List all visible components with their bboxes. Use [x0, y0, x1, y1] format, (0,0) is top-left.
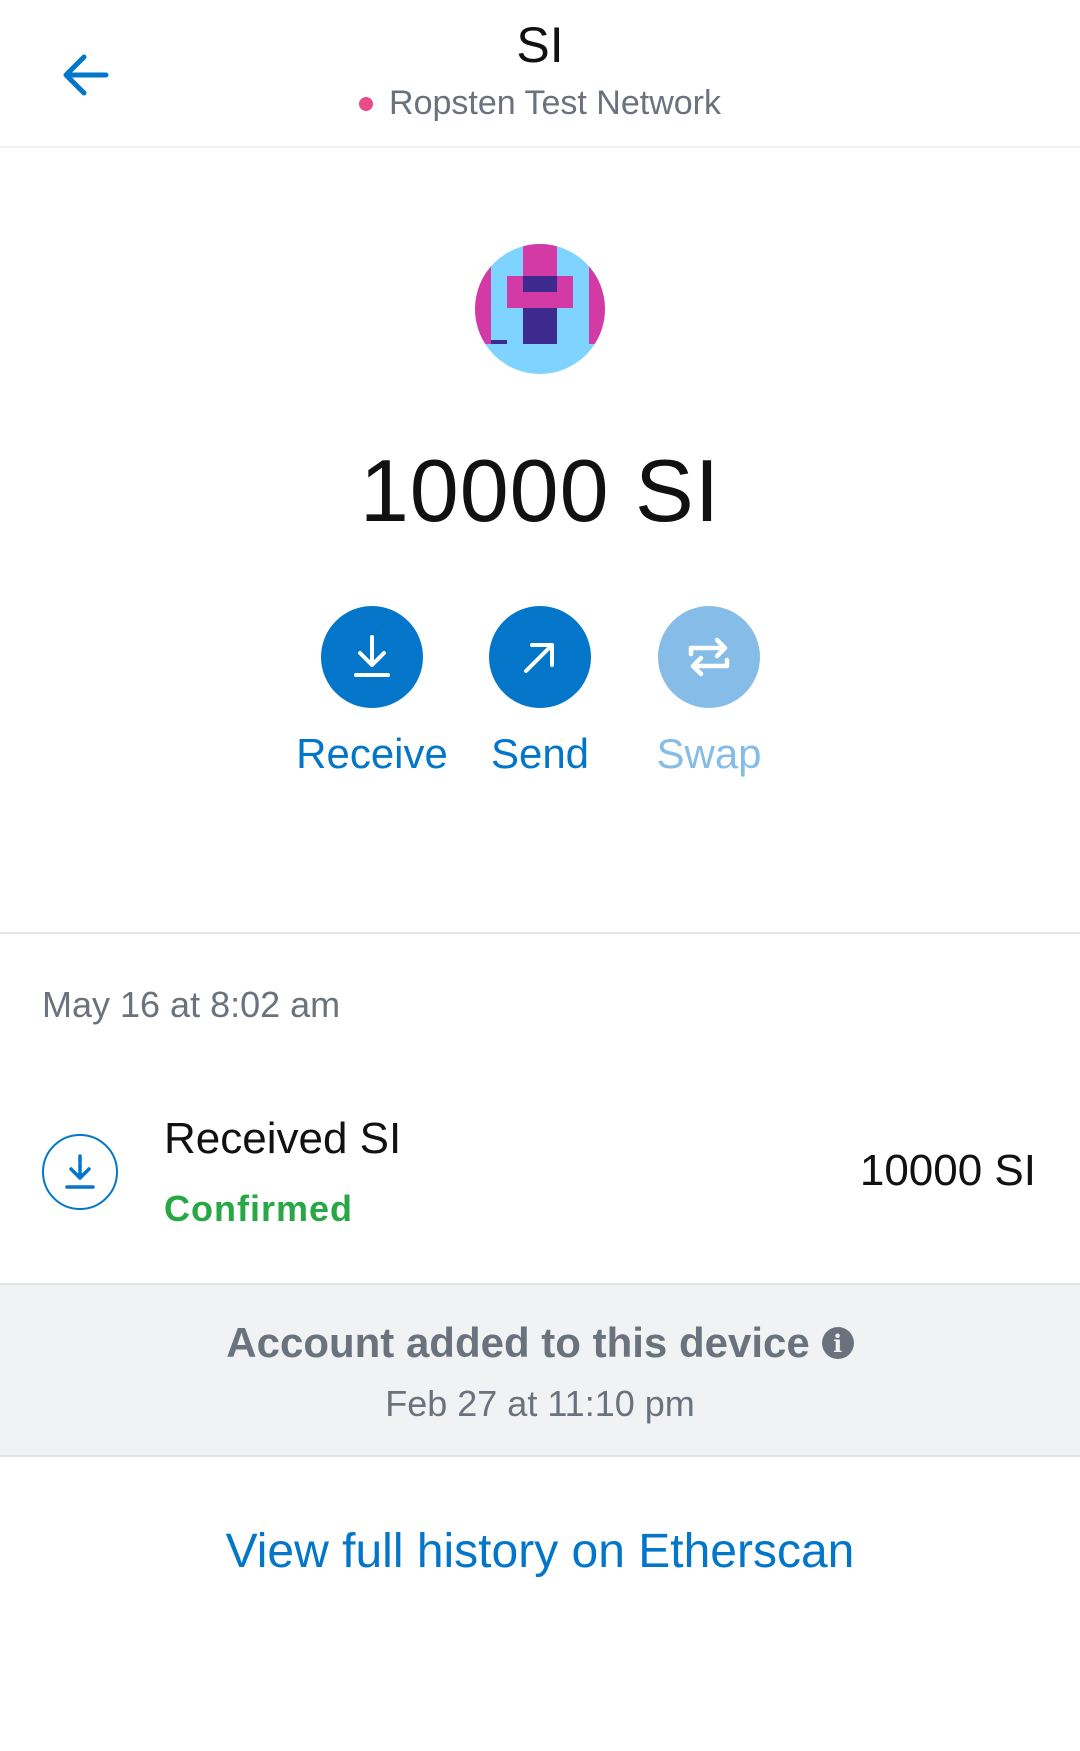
swap-button[interactable]: Swap	[629, 606, 789, 778]
network-name: Ropsten Test Network	[389, 84, 721, 122]
transaction-date: May 16 at 8:02 am	[42, 984, 341, 1025]
send-button[interactable]: Send	[460, 606, 620, 778]
etherscan-history-link[interactable]: View full history on Etherscan	[0, 1524, 1080, 1579]
swap-label[interactable]: Swap	[629, 730, 789, 778]
account-notice-title-row: Account added to this device i	[0, 1319, 1080, 1367]
download-arrow-icon	[354, 635, 390, 677]
network-status-dot	[359, 96, 374, 111]
receive-icon	[42, 1134, 118, 1210]
arrow-up-right-icon	[524, 643, 554, 673]
swap-circle[interactable]	[658, 606, 760, 708]
network-indicator: Ropsten Test Network	[0, 84, 1080, 123]
token-identicon	[475, 244, 605, 374]
transaction-row[interactable]: Received SI Confirmed 10000 SI	[0, 1100, 1080, 1280]
receive-button[interactable]: Receive	[292, 606, 452, 778]
section-divider	[0, 932, 1080, 934]
header-bar: SI Ropsten Test Network	[0, 0, 1080, 148]
send-label[interactable]: Send	[460, 730, 620, 778]
account-notice-date: Feb 27 at 11:10 pm	[385, 1383, 695, 1424]
transaction-status: Confirmed	[164, 1188, 353, 1229]
transaction-amount: 10000 SI	[859, 1146, 1036, 1195]
info-icon[interactable]: i	[821, 1327, 854, 1359]
account-added-notice: Account added to this device i Feb 27 at…	[0, 1283, 1080, 1457]
receive-circle[interactable]	[321, 606, 423, 708]
page-title: SI	[516, 17, 564, 73]
token-balance: 10000 SI	[359, 441, 721, 540]
account-notice-title: Account added to this device	[226, 1319, 810, 1366]
receive-label[interactable]: Receive	[292, 730, 452, 778]
send-circle[interactable]	[489, 606, 591, 708]
transaction-title: Received SI	[164, 1114, 402, 1163]
swap-arrows-icon	[688, 637, 730, 677]
